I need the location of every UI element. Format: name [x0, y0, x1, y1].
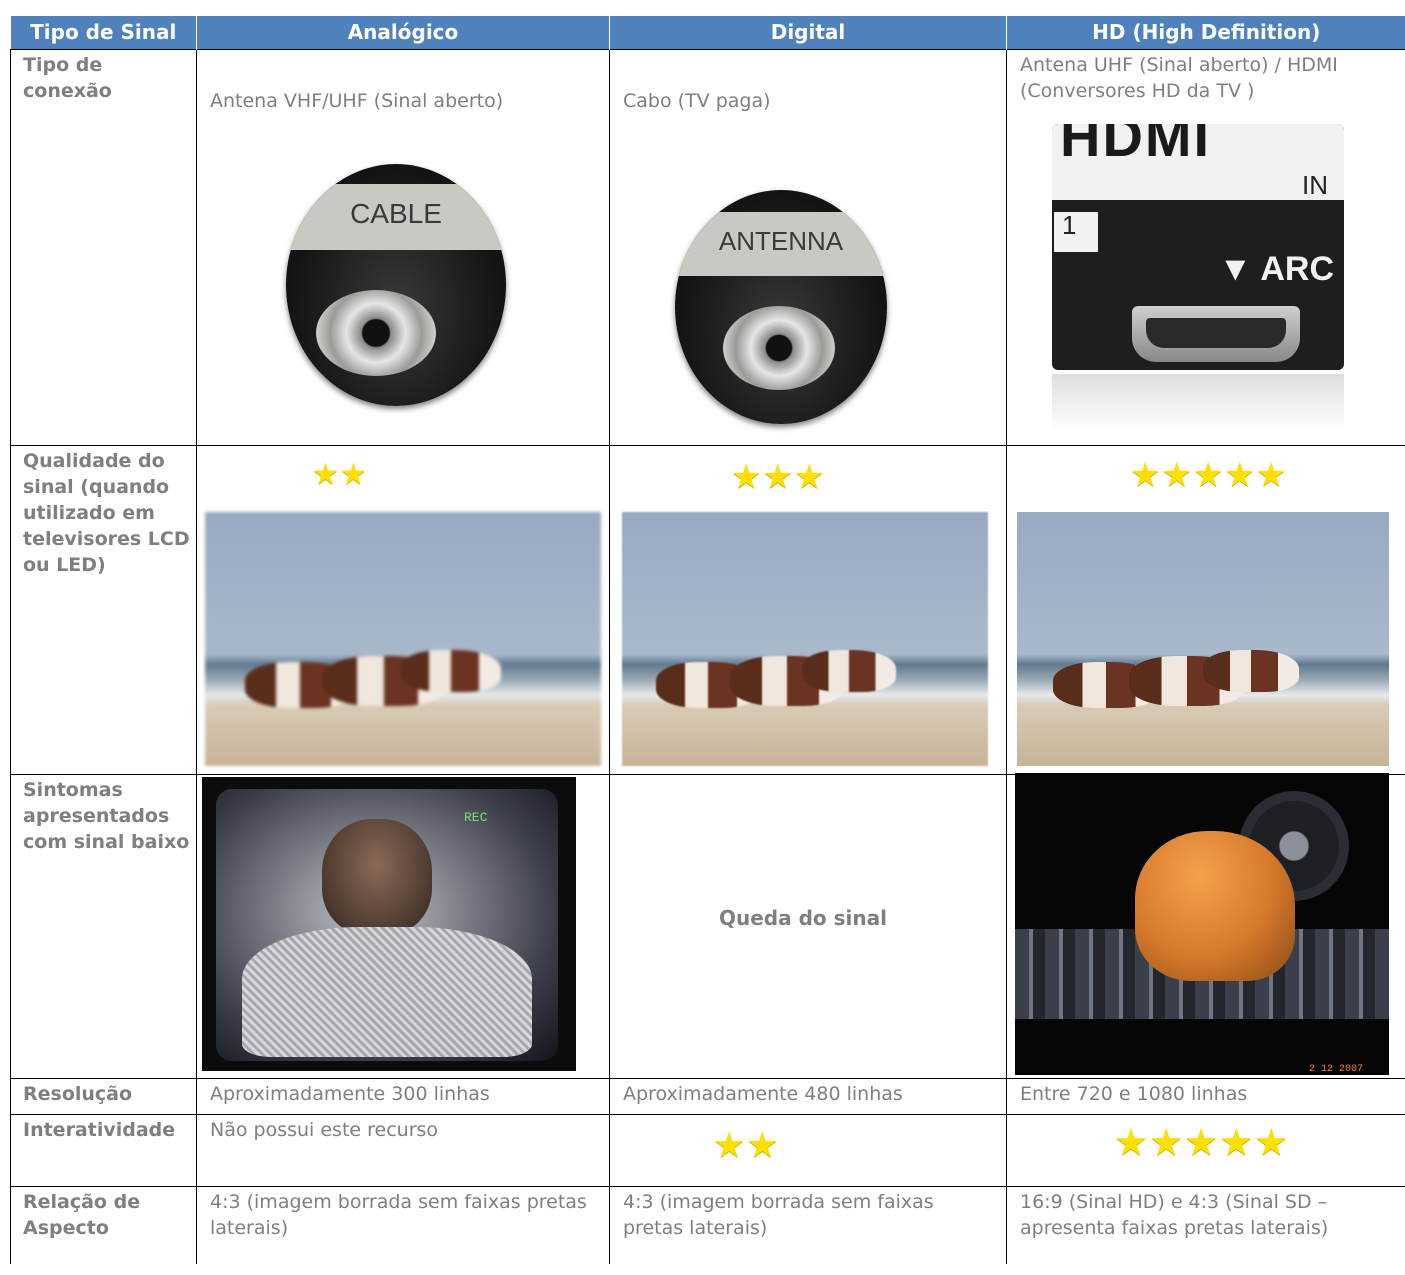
hdmi-port-number: 1 [1054, 211, 1098, 252]
man-face [322, 818, 432, 935]
header-digital: Digital [609, 16, 1007, 49]
cell-resolucao-analogico: Aproximadamente 300 linhas [196, 1077, 610, 1115]
aspecto-digital-text: 4:3 (imagem borrada sem faixas pretas la… [623, 1190, 934, 1239]
cell-conexao-hd: Antena UHF (Sinal aberto) / HDMI (Conver… [1006, 48, 1405, 446]
resolucao-digital-text: Aproximadamente 480 linhas [623, 1082, 903, 1105]
cell-resolucao-digital: Aproximadamente 480 linhas [609, 1077, 1007, 1115]
cell-interatividade-hd: ★★★★★ [1006, 1113, 1405, 1187]
interactivity-stars-digital: ★★ [713, 1124, 780, 1166]
cell-sintomas-analogico: REC [196, 773, 610, 1079]
aspecto-hd-text: 16:9 (Sinal HD) e 4:3 (Sinal SD – aprese… [1020, 1190, 1329, 1239]
signal-comparison-table: Tipo de Sinal Analógico Digital HD (High… [10, 16, 1405, 1264]
row-label-resolucao: Resolução [10, 1077, 197, 1115]
cell-qualidade-hd: ★★★★★ [1006, 444, 1405, 775]
hdmi-reflection [1052, 373, 1344, 432]
row-label-interatividade: Interatividade [10, 1113, 197, 1187]
hdmi-connector [1132, 305, 1300, 362]
row-label-text: Interatividade [23, 1118, 176, 1141]
row-label-qualidade: Qualidade do sinal (quando utilizado em … [10, 444, 197, 775]
row-resolucao: Resolução Aproximadamente 300 linhas Apr… [10, 1077, 1405, 1115]
aspecto-analogico-text: 4:3 (imagem borrada sem faixas pretas la… [210, 1190, 587, 1239]
horse [802, 649, 896, 692]
cell-conexao-analogico: Antena VHF/UHF (Sinal aberto) CABLE [196, 48, 610, 446]
header-row: Tipo de Sinal Analógico Digital HD (High… [10, 16, 1405, 49]
row-label-text: Qualidade do sinal (quando utilizado em … [23, 449, 190, 576]
hdmi-arc-text: ▼ ARC [1218, 249, 1335, 288]
quality-stars-hd: ★★★★★ [1130, 454, 1288, 495]
resolucao-analogico-text: Aproximadamente 300 linhas [210, 1082, 490, 1105]
beach-horses-hd-image [1017, 511, 1389, 766]
cell-interatividade-analogico: Não possui este recurso [196, 1113, 610, 1187]
beach-horses-digital-image [622, 511, 988, 766]
cell-qualidade-analogico: ★★ [196, 444, 610, 775]
coax-cable-port-image: CABLE [286, 163, 506, 406]
conexao-digital-text: Cabo (TV paga) [623, 89, 771, 112]
row-label-text: Resolução [23, 1082, 133, 1105]
cell-aspecto-digital: 4:3 (imagem borrada sem faixas pretas la… [609, 1185, 1007, 1264]
hdmi-port-image: HDMI IN 1 ▼ ARC [1052, 123, 1344, 370]
row-tipo-de-conexao: Tipo de conexão Antena VHF/UHF (Sinal ab… [10, 48, 1405, 446]
header-tipo-de-sinal: Tipo de Sinal [10, 16, 197, 49]
hdmi-in-text: IN [1302, 169, 1328, 200]
row-label-text: Sintomas apresentados com sinal baixo [23, 778, 190, 853]
cell-qualidade-digital: ★★★ [609, 444, 1007, 775]
man-shirt [242, 926, 532, 1057]
hd-date-text: 2 12 2007 [1309, 1063, 1364, 1075]
row-label-text: Relação de Aspecto [23, 1190, 141, 1239]
conexao-analogico-text: Antena VHF/UHF (Sinal aberto) [210, 89, 504, 112]
resolucao-hd-text: Entre 720 e 1080 linhas [1020, 1082, 1248, 1105]
beach-horses-analogico-image [205, 511, 601, 766]
cell-sintomas-hd: 2 12 2007 [1006, 772, 1405, 1079]
interatividade-analogico-text: Não possui este recurso [210, 1118, 439, 1141]
cell-resolucao-hd: Entre 720 e 1080 linhas [1006, 1077, 1405, 1115]
cell-sintomas-digital: Queda do sinal [609, 773, 1007, 1079]
interactivity-stars-hd: ★★★★★ [1114, 1119, 1290, 1164]
row-relacao-de-aspecto: Relação de Aspecto 4:3 (imagem borrada s… [10, 1185, 1405, 1264]
cable-label: CABLE [286, 183, 506, 250]
horse [1203, 649, 1299, 692]
tv-rec-text: REC [464, 809, 488, 825]
row-interatividade: Interatividade Não possui este recurso ★… [10, 1113, 1405, 1187]
cat-figure [1135, 830, 1295, 981]
header-hd: HD (High Definition) [1006, 16, 1405, 49]
row-label-sintomas: Sintomas apresentados com sinal baixo [10, 773, 197, 1079]
row-label-aspecto: Relação de Aspecto [10, 1185, 197, 1264]
comparison-page: Tipo de Sinal Analógico Digital HD (High… [0, 0, 1405, 1275]
row-sintomas: Sintomas apresentados com sinal baixo RE… [10, 772, 1405, 1079]
row-label-conexao: Tipo de conexão [10, 48, 197, 446]
hdmi-logo-text: HDMI [1060, 123, 1212, 168]
antenna-label: ANTENNA [675, 211, 887, 276]
cell-interatividade-digital: ★★ [609, 1113, 1007, 1187]
quality-stars-analogico: ★★ [312, 456, 368, 492]
row-label-text: Tipo de conexão [23, 53, 112, 102]
quality-stars-digital: ★★★ [731, 456, 826, 497]
row-qualidade-do-sinal: Qualidade do sinal (quando utilizado em … [10, 444, 1405, 775]
cell-aspecto-analogico: 4:3 (imagem borrada sem faixas pretas la… [196, 1185, 610, 1264]
cell-conexao-digital: Cabo (TV paga) ANTENNA [609, 48, 1007, 446]
coax-connector [723, 305, 835, 390]
hd-pixelation-image: 2 12 2007 [1015, 772, 1389, 1075]
coax-connector [316, 289, 436, 376]
conexao-hd-text: Antena UHF (Sinal aberto) / HDMI (Conver… [1020, 53, 1338, 102]
horse [401, 649, 501, 692]
coax-antenna-port-image: ANTENNA [675, 189, 887, 424]
header-analogico: Analógico [196, 16, 610, 49]
tv-static-noise-image: REC [202, 776, 576, 1071]
sintomas-digital-text: Queda do sinal [719, 905, 887, 930]
cell-aspecto-hd: 16:9 (Sinal HD) e 4:3 (Sinal SD – aprese… [1006, 1185, 1405, 1264]
